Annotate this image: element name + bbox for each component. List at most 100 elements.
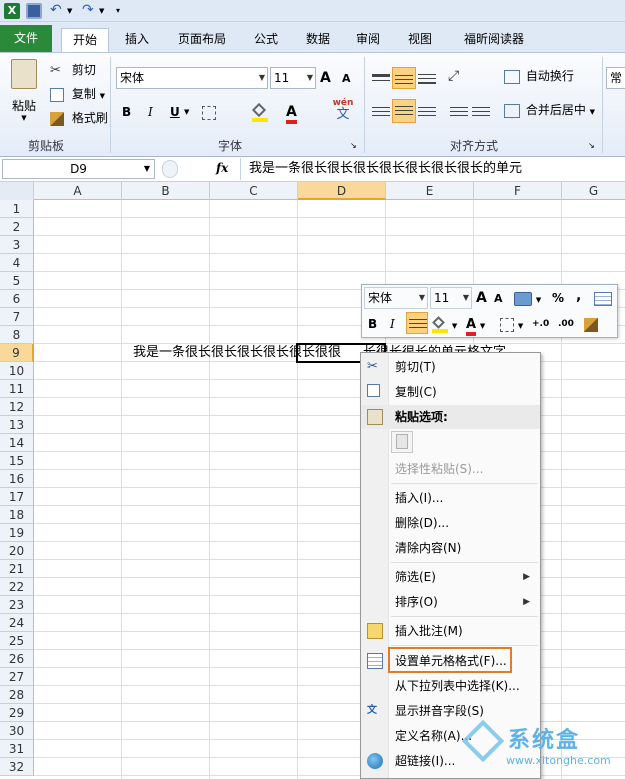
tab-view[interactable]: 视图 [400,28,440,52]
row-header[interactable]: 16 [0,470,34,488]
menu-item-paste-special[interactable]: 选择性粘贴(S)... [361,457,540,481]
italic-button[interactable]: I [148,101,153,123]
row-header[interactable]: 13 [0,416,34,434]
tab-review[interactable]: 审阅 [348,28,388,52]
mini-comma-button[interactable]: , [576,285,581,307]
mini-font-color-button[interactable]: A ▼ [466,313,485,336]
format-painter-button[interactable]: 格式刷 [50,107,108,129]
column-header-e[interactable]: E [386,182,474,200]
row-header[interactable]: 19 [0,524,34,542]
menu-item-insert-comment[interactable]: 插入批注(M) [361,619,540,643]
mini-format-painter-button[interactable] [584,313,598,335]
row-header[interactable]: 14 [0,434,34,452]
column-header-c[interactable]: C [210,182,298,200]
row-header[interactable]: 26 [0,650,34,668]
mini-fill-color-button[interactable]: ▼ [432,313,457,335]
row-header[interactable]: 24 [0,614,34,632]
menu-item-pick-from-list[interactable]: 从下拉列表中选择(K)... [361,674,540,698]
align-bottom-button[interactable] [418,67,436,89]
customize-qat-icon[interactable]: ▾ [116,3,126,19]
redo-dropdown-icon[interactable]: ▼ [99,3,107,19]
undo-dropdown-icon[interactable]: ▼ [67,3,75,19]
column-header-g[interactable]: G [562,182,625,200]
tab-insert[interactable]: 插入 [116,28,158,52]
formula-input[interactable]: 我是一条很长很长很长很长很长很长很长的单元 [240,158,625,180]
row-header[interactable]: 30 [0,722,34,740]
save-icon[interactable] [26,3,42,19]
tab-page-layout[interactable]: 页面布局 [170,28,234,52]
row-header[interactable]: 20 [0,542,34,560]
tab-home[interactable]: 开始 [61,28,109,52]
row-header[interactable]: 31 [0,740,34,758]
row-header[interactable]: 1 [0,200,34,218]
menu-item-show-phonetic[interactable]: 文 显示拼音字段(S) [361,699,540,723]
row-header[interactable]: 15 [0,452,34,470]
shrink-font-button[interactable]: A [342,68,351,90]
align-right-button[interactable] [418,101,436,123]
cut-button[interactable]: ✂ 剪切 [50,59,96,81]
row-header[interactable]: 2 [0,218,34,236]
row-header[interactable]: 6 [0,290,34,308]
align-center-button[interactable] [392,99,416,123]
menu-item-copy[interactable]: 复制(C) [361,380,540,404]
mini-bold-button[interactable]: B [368,313,377,335]
mini-increase-decimal-button[interactable]: +.0 [532,313,549,335]
underline-button[interactable]: U [170,101,180,123]
grow-font-button[interactable]: A [320,67,331,89]
tab-file[interactable]: 文件 [0,25,52,52]
mini-format-button[interactable] [594,287,612,309]
mini-font-combo[interactable]: 宋体 ▼ [364,287,428,309]
font-name-combo[interactable]: 宋体 ▼ [116,67,268,89]
mini-currency-button[interactable]: ▼ [514,287,541,309]
align-top-button[interactable] [372,67,390,89]
tab-formulas[interactable]: 公式 [246,28,286,52]
row-header[interactable]: 5 [0,272,34,290]
paste-option-button[interactable] [391,431,413,453]
insert-function-button[interactable]: fx [216,161,228,175]
borders-button[interactable] [202,101,216,123]
column-header-f[interactable]: F [474,182,562,200]
copy-button[interactable]: 复制 ▼ [50,83,105,105]
row-header[interactable]: 3 [0,236,34,254]
align-left-button[interactable] [372,101,390,123]
phonetic-button[interactable]: wén 文 [328,97,358,121]
mini-italic-button[interactable]: I [390,313,395,335]
mini-shrink-font-button[interactable]: A [494,288,503,310]
row-header-selected[interactable]: 9 [0,344,34,362]
menu-item-insert[interactable]: 插入(I)... [361,486,540,510]
name-box[interactable]: D9 ▼ [2,159,155,179]
menu-item-filter[interactable]: 筛选(E) ▶ [361,565,540,589]
align-middle-button[interactable] [392,67,416,89]
mini-align-center-button[interactable] [406,312,428,334]
font-dialog-launcher-icon[interactable]: ↘ [350,135,357,157]
wrap-text-button[interactable]: 自动换行 [504,65,574,87]
column-header-b[interactable]: B [122,182,210,200]
alignment-dialog-launcher-icon[interactable]: ↘ [588,135,595,157]
formula-bar-splitter[interactable] [162,160,178,178]
row-header[interactable]: 25 [0,632,34,650]
menu-item-cut[interactable]: ✂ 剪切(T) [361,355,540,379]
row-header[interactable]: 7 [0,308,34,326]
decrease-indent-button[interactable] [450,101,468,123]
row-header[interactable]: 27 [0,668,34,686]
mini-percent-button[interactable]: % [552,287,564,309]
redo-icon[interactable]: ↷ [82,3,98,19]
font-color-button[interactable]: A [286,101,297,124]
row-header[interactable]: 10 [0,362,34,380]
row-header[interactable]: 32 [0,758,34,776]
undo-icon[interactable]: ↶ [50,3,66,19]
row-header[interactable]: 23 [0,596,34,614]
menu-item-sort[interactable]: 排序(O) ▶ [361,590,540,614]
row-header[interactable]: 11 [0,380,34,398]
column-header-d[interactable]: D [298,182,386,200]
paste-button[interactable]: 粘贴 ▼ [6,57,42,122]
fill-color-button[interactable] [251,101,268,123]
orientation-button[interactable]: ⤢ [448,65,459,87]
merge-center-button[interactable]: 合并后居中 ▼ [504,99,595,121]
row-header[interactable]: 22 [0,578,34,596]
bold-button[interactable]: B [122,101,131,123]
tab-foxit-reader[interactable]: 福昕阅读器 [454,28,534,52]
row-header[interactable]: 8 [0,326,34,344]
menu-item-delete[interactable]: 删除(D)... [361,511,540,535]
mini-grow-font-button[interactable]: A [476,287,487,309]
